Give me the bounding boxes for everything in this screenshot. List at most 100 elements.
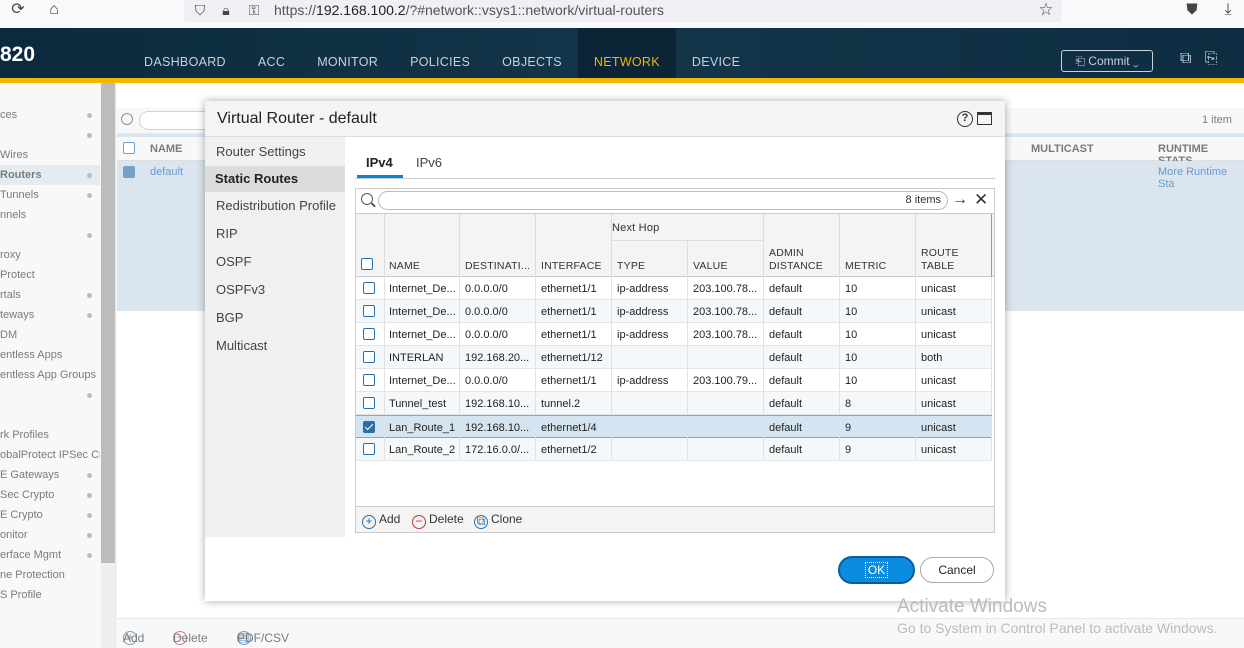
address-bar[interactable]: ⛉ 🔒︎ ⚿ https://192.168.100.2/?#network::…: [184, 0, 1062, 22]
table-row[interactable]: INTERLAN 192.168.20... ethernet1/12 default…: [356, 346, 992, 369]
row-checkbox[interactable]: [363, 374, 375, 386]
cancel-button[interactable]: Cancel: [920, 557, 994, 583]
col-interface[interactable]: INTERFACE: [541, 260, 602, 272]
divider: [839, 346, 840, 368]
cell-metric: 10: [845, 375, 858, 387]
lock-icon[interactable]: 🔒︎: [216, 0, 236, 20]
grid-footer: + Add − Delete ⧉ Clone: [356, 506, 994, 532]
save-config-icon[interactable]: ⎘: [1205, 50, 1218, 67]
nav-ospf[interactable]: OSPF: [205, 249, 345, 275]
row-checkbox[interactable]: [363, 282, 375, 294]
cell-admin: default: [769, 444, 803, 456]
tab-acc[interactable]: ACC: [242, 28, 301, 78]
cell-route-table: unicast: [921, 444, 956, 456]
tab-ipv4[interactable]: IPv4: [366, 155, 393, 170]
table-row[interactable]: Tunnel_test 192.168.10... tunnel.2 default 8…: [356, 392, 992, 415]
tab-monitor[interactable]: MONITOR: [301, 28, 394, 78]
windows-activation-watermark: Activate Windows Go to System in Control…: [897, 596, 1218, 636]
divider: [459, 392, 460, 414]
ok-button[interactable]: OK: [838, 556, 915, 584]
row-checkbox[interactable]: [363, 397, 375, 409]
nav-ospfv3[interactable]: OSPFv3: [205, 277, 345, 303]
nav-redistribution-profile[interactable]: Redistribution Profile: [205, 193, 345, 219]
row-checkbox[interactable]: [363, 421, 375, 433]
reload-icon[interactable]: ⟳: [8, 0, 28, 20]
help-icon[interactable]: ?: [957, 111, 973, 127]
col-admin-distance-l2[interactable]: DISTANCE: [769, 260, 823, 272]
select-all-checkbox[interactable]: [361, 258, 373, 270]
cell-name: Internet_De...: [389, 329, 456, 341]
divider: [384, 300, 385, 322]
divider: [991, 369, 992, 391]
table-row[interactable]: Internet_De... 0.0.0.0/0 ethernet1/1 ip-add…: [356, 323, 992, 346]
row-checkbox[interactable]: [363, 351, 375, 363]
col-next-hop-group: Next Hop: [612, 222, 660, 234]
divider: [459, 438, 460, 460]
divider: [384, 392, 385, 414]
tab-dashboard[interactable]: DASHBOARD: [128, 28, 242, 78]
pocket-icon[interactable]: ⛊: [1182, 0, 1202, 20]
divider: [915, 300, 916, 322]
search-input[interactable]: 8 items: [378, 191, 948, 210]
clear-filter-icon[interactable]: ✕: [974, 190, 988, 210]
divider: [687, 277, 688, 299]
divider: [611, 369, 612, 391]
delete-icon: −: [412, 515, 426, 529]
row-checkbox[interactable]: [363, 305, 375, 317]
cell-route-table: unicast: [921, 283, 956, 295]
col-route-table-l2[interactable]: TABLE: [921, 260, 954, 272]
tab-network[interactable]: NETWORK: [577, 28, 676, 78]
table-row[interactable]: Internet_De... 0.0.0.0/0 ethernet1/1 ip-add…: [356, 300, 992, 323]
top-navigation: 820 DASHBOARD ACC MONITOR POLICIES OBJECTS NE…: [0, 28, 1244, 78]
col-value[interactable]: VALUE: [693, 260, 728, 272]
add-route-button[interactable]: + Add: [362, 512, 400, 529]
bookmark-star-icon[interactable]: ☆: [1036, 0, 1056, 20]
col-name[interactable]: NAME: [389, 260, 420, 272]
table-row[interactable]: Lan_Route_1 192.168.10... ethernet1/4 defau…: [356, 415, 992, 438]
row-checkbox[interactable]: [363, 443, 375, 455]
table-row[interactable]: Internet_De... 0.0.0.0/0 ethernet1/1 ip-add…: [356, 277, 992, 300]
cell-admin: default: [769, 329, 803, 341]
cell-admin: default: [769, 306, 803, 318]
commit-button[interactable]: ⎗ Commit ⌄: [1061, 50, 1153, 72]
lock-config-icon[interactable]: ⧉: [1180, 50, 1191, 67]
nav-bgp[interactable]: BGP: [205, 305, 345, 331]
table-row[interactable]: Lan_Route_2 172.16.0.0/... ethernet1/2 defa…: [356, 438, 992, 461]
download-icon[interactable]: ⤓: [1218, 0, 1238, 20]
tab-device[interactable]: DEVICE: [676, 28, 756, 78]
col-route-table-l1[interactable]: ROUTE: [921, 247, 959, 259]
divider: [535, 438, 536, 460]
col-type[interactable]: TYPE: [617, 260, 645, 272]
key-icon[interactable]: ⚿: [244, 0, 264, 20]
maximize-icon[interactable]: [977, 112, 992, 125]
table-row[interactable]: Internet_De... 0.0.0.0/0 ethernet1/1 ip-add…: [356, 369, 992, 392]
static-routes-grid: 8 items → ✕ Next Hop NAME DESTINATI... I…: [355, 188, 995, 533]
logo: 820: [0, 43, 36, 66]
row-checkbox[interactable]: [363, 328, 375, 340]
col-admin-distance-l1[interactable]: ADMIN: [769, 247, 804, 259]
col-metric[interactable]: METRIC: [845, 260, 886, 272]
divider: [611, 416, 612, 438]
delete-route-button[interactable]: − Delete: [412, 512, 464, 529]
nav-router-settings[interactable]: Router Settings: [205, 139, 345, 165]
nav-static-routes[interactable]: Static Routes: [205, 166, 345, 192]
nav-multicast[interactable]: Multicast: [205, 333, 345, 359]
tab-ipv6[interactable]: IPv6: [416, 155, 442, 170]
apply-filter-icon[interactable]: →: [952, 191, 968, 209]
cell-interface: ethernet1/1: [541, 306, 597, 318]
tab-objects[interactable]: OBJECTS: [486, 28, 578, 78]
divider: [839, 416, 840, 438]
cell-metric: 10: [845, 329, 858, 341]
clone-route-button[interactable]: ⧉ Clone: [474, 512, 522, 529]
cell-route-table: unicast: [921, 375, 956, 387]
cell-value: 203.100.78...: [693, 283, 758, 295]
home-icon[interactable]: ⌂: [44, 0, 64, 20]
divider: [915, 416, 916, 438]
url-text[interactable]: https://192.168.100.2/?#network::vsys1::…: [274, 2, 664, 18]
divider: [839, 277, 840, 299]
shield-icon[interactable]: ⛉: [190, 0, 210, 20]
grid-search-bar: 8 items → ✕: [356, 189, 994, 213]
col-destination[interactable]: DESTINATI...: [465, 260, 530, 272]
tab-policies[interactable]: POLICIES: [394, 28, 486, 78]
nav-rip[interactable]: RIP: [205, 221, 345, 247]
